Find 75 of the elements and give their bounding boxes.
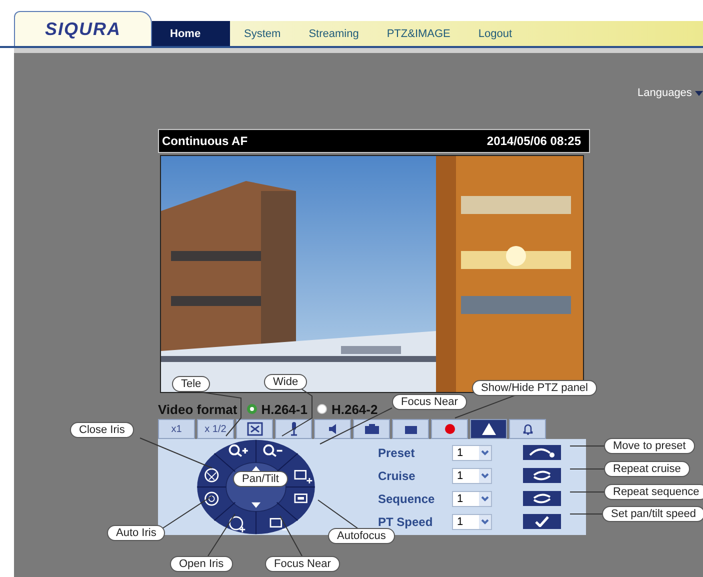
- select-field[interactable]: 1: [452, 514, 492, 530]
- nav-tab[interactable]: Streaming: [294, 21, 373, 46]
- callout-label: Repeat sequence: [604, 484, 703, 500]
- camera-icon: [364, 424, 378, 434]
- callout-label: Move to preset: [604, 438, 695, 454]
- toolbar-button[interactable]: [470, 419, 507, 439]
- select-field[interactable]: 1: [452, 468, 492, 484]
- focus-icon[interactable]: [294, 470, 313, 484]
- callout-label: Show/Hide PTZ panel: [472, 380, 597, 396]
- nav-tab[interactable]: Home: [152, 21, 230, 46]
- checkmark-icon: [534, 516, 550, 527]
- callout-label: Tele: [172, 376, 210, 392]
- callout-label: Set pan/tilt speed: [602, 506, 703, 522]
- leader-line: [570, 468, 604, 470]
- ptz-dial[interactable]: [194, 439, 318, 535]
- loop-icon: [531, 493, 553, 504]
- row-label: Cruise: [378, 468, 416, 482]
- fit-screen-icon: [246, 422, 262, 436]
- zoom-ratio-button[interactable]: x 1/2: [197, 419, 234, 439]
- leader-line: [280, 516, 302, 556]
- row-label: Preset: [378, 446, 416, 460]
- microphone-icon: [288, 422, 298, 436]
- zoom-out-icon[interactable]: [263, 444, 284, 458]
- row-label: Sequence: [378, 492, 436, 506]
- loop-icon: [531, 470, 553, 481]
- iris-icon[interactable]: [204, 468, 219, 482]
- bell-icon: [522, 423, 532, 435]
- toolbar-button[interactable]: [236, 419, 273, 439]
- focus-icon[interactable]: [270, 518, 288, 530]
- nav-tab[interactable]: System: [230, 21, 295, 46]
- chevron-down-icon: [479, 492, 491, 506]
- callout-label: Open Iris: [170, 556, 233, 572]
- action-button[interactable]: [523, 514, 561, 529]
- action-button[interactable]: [523, 491, 561, 506]
- focus-mode: Continuous AF: [162, 134, 248, 148]
- triangle-icon: [482, 423, 496, 435]
- chevron-down-icon: [479, 514, 491, 528]
- timestamp: 2014/05/06 08:25: [486, 134, 581, 148]
- leader-line: [318, 500, 360, 530]
- callout-label: Autofocus: [328, 528, 395, 544]
- radio-button[interactable]: [247, 404, 258, 414]
- row-label: PT Speed: [378, 514, 434, 528]
- iris-icon[interactable]: [204, 492, 219, 506]
- action-button[interactable]: [523, 445, 561, 460]
- chevron-down-icon: [479, 446, 491, 460]
- arrow-down-icon[interactable]: [251, 502, 261, 508]
- toolbar-button[interactable]: [392, 419, 429, 439]
- select-field[interactable]: 1: [452, 490, 492, 506]
- radio-label: H.264-1: [261, 402, 308, 416]
- focus-icon[interactable]: [294, 494, 308, 504]
- languages-menu[interactable]: Languages: [637, 87, 703, 99]
- nav-tab[interactable]: PTZ&IMAGE: [372, 21, 464, 46]
- toolbar-button[interactable]: [353, 419, 390, 439]
- speaker-icon: [328, 424, 336, 434]
- toolbar-button[interactable]: [509, 419, 546, 439]
- radio-button[interactable]: [317, 404, 328, 414]
- callout-label: Close Iris: [70, 422, 134, 438]
- logo: SIQURA: [44, 18, 121, 40]
- callout-label: Repeat cruise: [604, 461, 690, 477]
- iris-icon[interactable]: [229, 516, 246, 533]
- toolbar-button[interactable]: [314, 419, 351, 439]
- toolbar-button[interactable]: [275, 419, 312, 439]
- callout-label: Focus Near: [265, 556, 340, 572]
- select-field[interactable]: 1: [452, 444, 492, 460]
- callout-label: Wide: [264, 374, 308, 390]
- zoom-in-icon[interactable]: [228, 444, 249, 458]
- callout-label: Auto Iris: [107, 525, 166, 541]
- callout-label: Focus Near: [392, 394, 467, 410]
- zoom-ratio-button[interactable]: x1: [158, 419, 195, 439]
- record-icon: [444, 424, 454, 434]
- chevron-down-icon: [479, 468, 491, 482]
- nav-tab[interactable]: Logout: [464, 21, 526, 46]
- action-button[interactable]: [523, 468, 561, 483]
- radio-label: H.264-2: [331, 402, 378, 416]
- format-label: Video format: [158, 402, 238, 416]
